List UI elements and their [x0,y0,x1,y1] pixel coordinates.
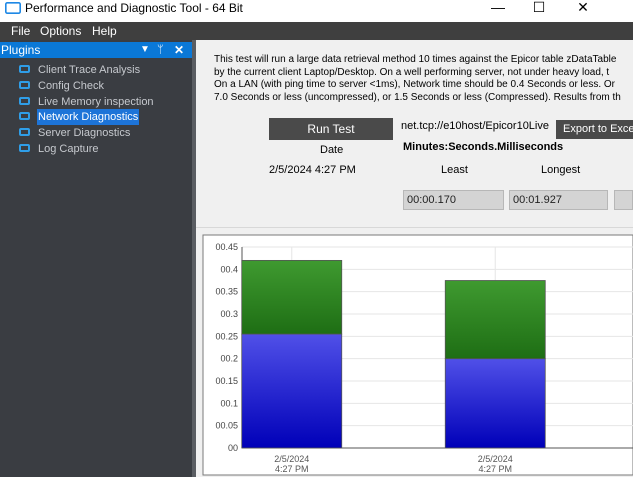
time-units-label: Minutes:Seconds.Milliseconds [403,141,564,153]
sidebar-item-label: Client Trace Analysis [38,64,141,76]
y-tick-label: 00.2 [220,354,238,364]
bar-segment [241,333,343,449]
sidebar-item-label: Server Diagnostics [38,127,131,139]
y-tick-label: 00 [228,443,238,453]
test-date-value: 2/5/2024 4:27 PM [269,164,356,176]
bar-segment [444,280,546,360]
window-icon [19,81,30,89]
window-icon [19,112,30,120]
least-column-header: Least [441,164,468,176]
y-tick-label: 00.35 [215,287,238,297]
y-tick-label: 00.15 [215,376,238,386]
x-tick-label: 2/5/2024 [274,454,309,464]
date-column-header: Date [320,144,344,156]
average-time-field [614,190,633,210]
description-line: This test will run a large data retrieva… [214,54,617,65]
section-divider [196,227,633,228]
dropdown-arrow-icon[interactable]: ▼ [140,43,150,57]
plugins-header: Plugins ▼ ᛘ ✕ [0,42,192,58]
window-icon [19,144,30,152]
window-icon [19,128,30,136]
y-tick-label: 00.3 [220,309,238,319]
description-line: On a LAN (with ping time to server <1ms)… [214,79,615,91]
title-bar: Performance and Diagnostic Tool - 64 Bit… [0,0,633,22]
export-to-excel-button[interactable]: Export to Excel [556,120,633,139]
sidebar-item-label: Live Memory inspection [38,96,154,108]
y-tick-label: 00.45 [215,242,238,252]
x-tick-label: 4:27 PM [275,464,309,474]
minimize-button[interactable]: — [478,0,518,19]
menu-help[interactable]: Help [92,23,117,39]
network-diagnostics-panel: This test will run a large data retrieva… [196,40,633,477]
sidebar-item-label: Network Diagnostics [37,109,140,125]
menu-bar: File Options Help [0,22,633,40]
x-tick-label: 2/5/2024 [478,454,513,464]
window-title: Performance and Diagnostic Tool - 64 Bit [25,1,243,15]
connection-url: net.tcp://e10host/Epicor10Live [401,120,549,132]
y-tick-label: 00.25 [215,331,238,341]
window-icon [19,97,30,105]
app-window-icon [5,2,21,14]
menu-file[interactable]: File [11,23,30,39]
plugins-title: Plugins [1,43,41,57]
y-tick-label: 00.4 [220,264,238,274]
menu-options[interactable]: Options [40,23,81,39]
longest-time-field: 00:01.927 [509,190,608,210]
timing-chart: 00.45 00.4 00.35 00.3 00.25 00.2 00.15 00.1 00.0… [202,234,633,476]
least-time-field: 00:00.170 [403,190,504,210]
x-tick-label: 4:27 PM [478,464,512,474]
description-line: 7.0 Seconds or less (uncompressed), or 1… [214,91,621,103]
run-test-button[interactable]: Run Test [269,118,393,140]
close-panel-icon[interactable]: ✕ [174,42,184,58]
bar-segment [241,259,343,335]
bar-segment [444,358,546,449]
y-tick-label: 00.1 [220,398,238,408]
y-tick-label: 00.05 [215,421,238,431]
sidebar-item-label: Log Capture [38,143,99,155]
longest-column-header: Longest [541,164,581,176]
sidebar-item-label: Config Check [38,80,105,92]
maximize-button[interactable]: ☐ [519,0,559,19]
test-description: This test will run a large data retrieva… [214,54,633,104]
pin-icon[interactable]: ᛘ [157,43,164,57]
window-icon [19,65,30,73]
close-window-button[interactable]: ✕ [563,0,603,19]
description-line: by the current client Laptop/Desktop. On… [214,66,610,78]
